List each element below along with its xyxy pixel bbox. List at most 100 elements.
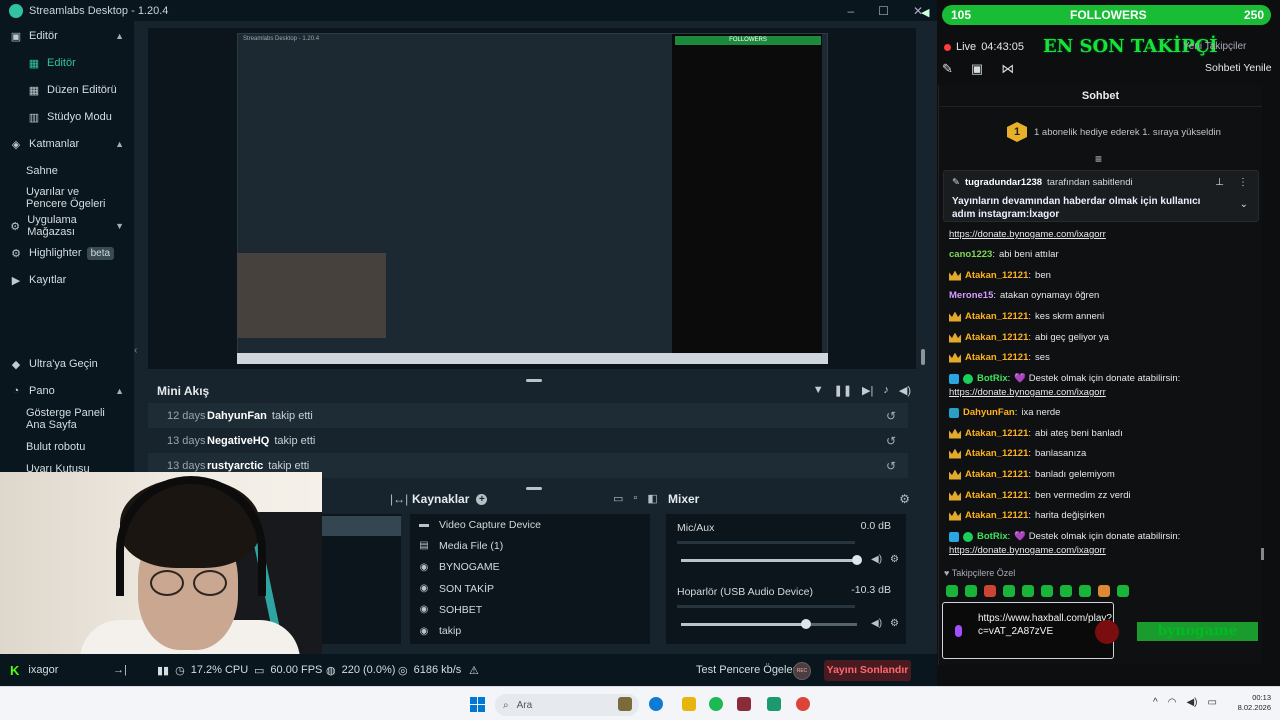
mute-icon[interactable]: ◀) (871, 618, 882, 629)
end-stream-button[interactable]: Yayını Sonlandır (824, 660, 911, 681)
sidebar-item-editor-group[interactable]: ▣ Editör ▲ (0, 28, 134, 44)
chat-username[interactable]: Atakan_12121 (965, 270, 1028, 281)
sidebar-item-cloudbot[interactable]: Bulut robotu (0, 439, 134, 455)
chat-username[interactable]: BotRix (977, 373, 1008, 384)
sidebar-item-editor[interactable]: ▦ Editör (0, 55, 134, 71)
unpin-icon[interactable]: ⊥ (1215, 177, 1224, 188)
volume-slider-knob[interactable] (852, 555, 862, 565)
source-item[interactable]: ◉ SON TAKİP (410, 578, 650, 599)
source-item[interactable]: ▤ Media File (1) (410, 535, 650, 556)
gear-icon[interactable]: ⚙ (890, 554, 899, 565)
test-widgets-button[interactable]: Test Pencere Ögeleri (696, 664, 799, 676)
windows-start-icon[interactable] (470, 697, 485, 712)
sidebar-item-app-store[interactable]: ⚙ Uygulama Mağazası ▼ (0, 214, 134, 238)
chat-scrollbar[interactable] (1261, 548, 1264, 560)
minimize-icon[interactable]: – (847, 4, 854, 18)
replay-icon[interactable]: ↺ (886, 459, 896, 473)
pinned-message[interactable]: ✎ tugradundar1238 tarafından sabitlendi Ya… (943, 170, 1259, 222)
folder-icon[interactable]: ▭ (613, 492, 623, 505)
chat-input-value[interactable]: https://www.haxball.com/play?c=vAT_2A87z… (978, 612, 1112, 638)
volume-icon[interactable]: ◀) (899, 384, 911, 397)
chat-username[interactable]: Atakan_12121 (965, 448, 1028, 459)
chat-input[interactable]: https://www.haxball.com/play?c=vAT_2A87z… (942, 602, 1114, 659)
chevron-up-icon[interactable]: ^ (1153, 697, 1158, 708)
sidebar-item-scene[interactable]: Sahne (0, 163, 134, 179)
spotify-icon[interactable] (709, 697, 723, 711)
sidebar-item-dashboard[interactable]: ◔ Pano ▲ (0, 383, 134, 399)
chat-username[interactable]: Atakan_12121 (965, 490, 1028, 501)
sidebar-item-alerts[interactable]: Uyarılar ve Pencere Ögeleri (0, 185, 134, 211)
chat-username[interactable]: Atakan_12121 (965, 469, 1028, 480)
volume-slider-knob[interactable] (800, 619, 811, 629)
emote-icon[interactable] (1041, 585, 1053, 597)
chevron-up-icon[interactable]: ▲ (115, 31, 124, 41)
sidebar-item-studio-mode[interactable]: ▥ Stüdyo Modu (0, 109, 134, 125)
bell-icon[interactable]: ♪ (883, 384, 889, 397)
chevron-up-icon[interactable]: ▲ (115, 139, 124, 149)
sidebar-item-highlighter[interactable]: ⚙ Highlighter beta (0, 245, 134, 261)
chevron-down-icon[interactable]: ▼ (115, 221, 124, 231)
emote-icon[interactable] (1079, 585, 1091, 597)
volume-icon[interactable]: ◀) (1186, 697, 1197, 708)
stream-preview[interactable]: Streamlabs Desktop - 1.20.4 FOLLOWERS (148, 28, 916, 369)
collapse-icon[interactable]: |↔| (390, 492, 408, 506)
add-source-icon[interactable]: + (476, 493, 488, 505)
taskbar-clock[interactable]: 00:13 8.02.2026 (1229, 693, 1271, 713)
chat-username[interactable]: BotRix (977, 531, 1008, 542)
replay-icon[interactable]: ↺ (886, 434, 896, 448)
chat-username[interactable]: cano1223 (949, 249, 992, 260)
pause-icon[interactable]: ❚❚ (834, 384, 852, 397)
edge-icon[interactable] (649, 697, 663, 711)
chat-username[interactable]: Atakan_12121 (965, 332, 1028, 343)
taskbar-app-icon[interactable] (618, 697, 632, 711)
collapse-chat-icon[interactable]: ≡ (1095, 152, 1102, 166)
filter-icon[interactable]: ▼ (813, 384, 824, 397)
chat-username[interactable]: Atakan_12121 (965, 311, 1028, 322)
emote-icon[interactable] (1003, 585, 1015, 597)
record-button[interactable]: REC (793, 662, 811, 680)
streamlabs-taskbar-icon[interactable] (767, 697, 781, 711)
emote-icon[interactable] (1098, 585, 1110, 597)
source-item[interactable]: ◉ takip (410, 620, 650, 641)
sidebar-item-ultra[interactable]: ◆ Ultra'ya Geçin (0, 356, 134, 372)
emote-icon[interactable] (1060, 585, 1072, 597)
sidebar-item-dashboard-home[interactable]: Gösterge Paneli Ana Sayfa (0, 406, 134, 432)
chrome-icon[interactable] (796, 697, 810, 711)
chat-username[interactable]: Merone15 (949, 290, 993, 301)
mute-icon[interactable]: ◀) (871, 554, 882, 565)
source-item[interactable]: ◉ BYNOGAME (410, 557, 650, 578)
collapse-sidebar-icon[interactable]: ‹ (134, 345, 137, 356)
chat-username[interactable]: DahyunFan (963, 407, 1015, 418)
preview-resize-handle[interactable] (921, 349, 925, 365)
volume-slider[interactable] (681, 619, 857, 629)
emote-icon[interactable] (1022, 585, 1034, 597)
chevron-down-icon[interactable]: ⌄ (1240, 199, 1248, 210)
mic-icon[interactable] (955, 625, 962, 637)
alert-icon[interactable]: ⚠ (469, 664, 479, 677)
battery-icon[interactable]: ▭ (1207, 697, 1216, 708)
sidebar-item-layers[interactable]: ◈ Katmanlar ▲ (0, 136, 134, 152)
source-item[interactable]: ◉ SOHBET (410, 599, 650, 620)
gear-icon[interactable]: ⚙ (890, 618, 899, 629)
chat-username[interactable]: Atakan_12121 (965, 352, 1028, 363)
maximize-icon[interactable]: ☐ (878, 4, 889, 18)
chevron-up-icon[interactable]: ▲ (115, 386, 124, 396)
logout-icon[interactable]: →| (113, 664, 127, 676)
visibility-icon[interactable]: ◧ (647, 492, 657, 505)
emote-icon[interactable] (1117, 585, 1129, 597)
source-item[interactable]: ▬ Video Capture Device (410, 514, 650, 535)
emote-icon[interactable] (984, 585, 996, 597)
sidebar-item-layout-editor[interactable]: ▦ Düzen Editörü (0, 82, 134, 98)
more-options-icon[interactable]: ⋮ (1238, 177, 1248, 188)
edit-icon[interactable]: ✎ (942, 61, 953, 77)
wifi-icon[interactable]: ◠ (1168, 697, 1177, 708)
file-explorer-icon[interactable] (682, 697, 696, 711)
refresh-chat-button[interactable]: Sohbeti Yenile (1205, 62, 1272, 74)
expand-panel-icon[interactable]: ◀ (921, 6, 929, 19)
emote-icon[interactable] (946, 585, 958, 597)
skip-icon[interactable]: ▶| (862, 384, 873, 397)
winrar-icon[interactable] (737, 697, 751, 711)
volume-slider[interactable] (681, 555, 862, 565)
popout-icon[interactable]: ▣ (971, 61, 983, 77)
emote-icon[interactable] (965, 585, 977, 597)
